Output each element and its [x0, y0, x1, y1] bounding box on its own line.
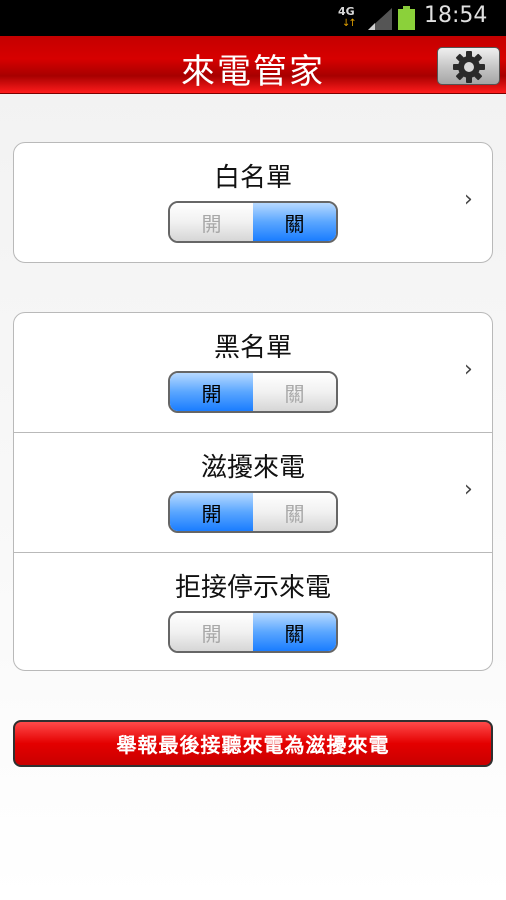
- row-title: 拒接停示來電: [174, 573, 331, 603]
- row-title: 滋擾來電: [200, 453, 305, 483]
- toggle-on-segment[interactable]: 開: [170, 373, 253, 411]
- status-bar: 4G ↓↑ 18:54: [0, 0, 506, 36]
- nuisance-calls-row[interactable]: 滋擾來電 開 關 ›: [14, 432, 492, 552]
- row-title: 黑名單: [213, 333, 292, 363]
- reject-suspended-calls-row: 拒接停示來電 開 關: [14, 552, 492, 670]
- whitelist-row[interactable]: 白名單 開 關 ›: [14, 143, 492, 262]
- page-title: 來電管家: [181, 52, 325, 92]
- gear-icon: [453, 51, 485, 83]
- whitelist-section: 白名單 開 關 ›: [13, 142, 493, 263]
- toggle-off-segment[interactable]: 關: [253, 203, 336, 241]
- signal-icon: [368, 8, 392, 30]
- row-title: 白名單: [213, 163, 292, 193]
- blacklist-row[interactable]: 黑名單 開 關 ›: [14, 313, 492, 432]
- toggle-off-segment[interactable]: 關: [253, 373, 336, 411]
- report-nuisance-call-button[interactable]: 舉報最後接聽來電為滋擾來電: [13, 720, 493, 767]
- chevron-right-icon[interactable]: ›: [464, 187, 473, 212]
- chevron-right-icon[interactable]: ›: [464, 477, 473, 502]
- network-indicator: 4G ↓↑: [336, 5, 360, 31]
- chevron-right-icon[interactable]: ›: [464, 357, 473, 382]
- toggle-on-segment[interactable]: 開: [170, 493, 253, 531]
- battery-icon: [398, 6, 415, 30]
- status-time: 18:54: [424, 3, 488, 28]
- toggle-off-segment[interactable]: 關: [253, 613, 336, 651]
- whitelist-toggle[interactable]: 開 關: [168, 201, 338, 243]
- settings-button[interactable]: [437, 47, 500, 85]
- reject-suspended-calls-toggle[interactable]: 開 關: [168, 611, 338, 653]
- network-type: 4G: [338, 5, 355, 18]
- blocking-section: 黑名單 開 關 › 滋擾來電 開 關 › 拒接停示來電 開 關: [13, 312, 493, 671]
- app-header: 來電管家: [0, 36, 506, 94]
- toggle-on-segment[interactable]: 開: [170, 613, 253, 651]
- blacklist-toggle[interactable]: 開 關: [168, 371, 338, 413]
- toggle-off-segment[interactable]: 關: [253, 493, 336, 531]
- nuisance-calls-toggle[interactable]: 開 關: [168, 491, 338, 533]
- toggle-on-segment[interactable]: 開: [170, 203, 253, 241]
- data-activity-icon: ↓↑: [342, 18, 357, 29]
